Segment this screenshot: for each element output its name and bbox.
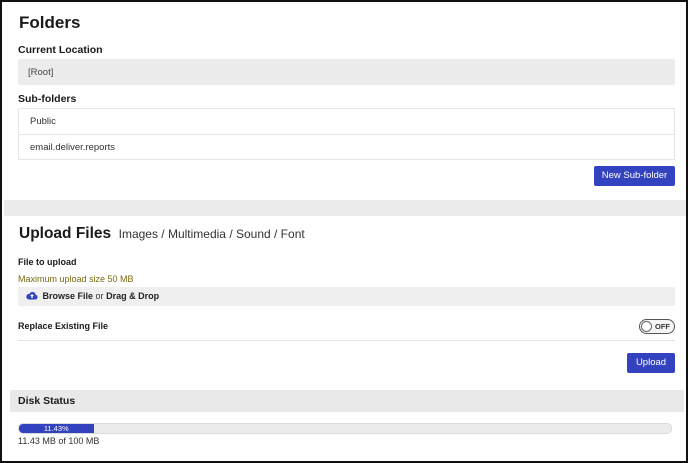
current-location-value: [Root] [18, 59, 675, 85]
upload-divider [18, 340, 675, 341]
current-location-label: Current Location [18, 44, 103, 56]
replace-existing-toggle[interactable]: OFF [639, 319, 675, 334]
file-dropzone[interactable]: Browse File or Drag & Drop [18, 287, 675, 306]
replace-existing-label: Replace Existing File [18, 321, 109, 331]
subfolder-list: Public email.deliver.reports [18, 108, 675, 160]
folders-panel: Folders Current Location [Root] Sub-fold… [4, 4, 686, 200]
upload-heading: Upload Files [19, 225, 112, 242]
browse-file-link[interactable]: Browse File [43, 291, 94, 301]
folders-title: Folders [19, 13, 81, 32]
file-to-upload-label: File to upload [18, 257, 77, 267]
subfolder-item-public[interactable]: Public [19, 109, 674, 134]
toggle-knob [641, 321, 652, 332]
max-upload-size-hint: Maximum upload size 50 MB [18, 274, 134, 284]
cloud-upload-icon [26, 291, 38, 300]
upload-file-types: Images / Multimedia / Sound / Font [118, 227, 305, 241]
disk-usage-fill: 11.43% [19, 424, 94, 433]
upload-title: Upload Files Images / Multimedia / Sound… [19, 225, 305, 243]
upload-panel: Upload Files Images / Multimedia / Sound… [4, 216, 686, 388]
disk-usage-bar: 11.43% [18, 423, 672, 434]
disk-usage-text: 11.43 MB of 100 MB [18, 436, 100, 446]
disk-status-title: Disk Status [10, 390, 684, 412]
or-text: or [95, 291, 104, 301]
new-subfolder-button[interactable]: New Sub-folder [594, 166, 675, 186]
disk-status-panel: Disk Status 11.43% 11.43 MB of 100 MB [10, 390, 684, 458]
drag-drop-text: Drag & Drop [106, 291, 160, 301]
section-divider [4, 200, 686, 216]
upload-button[interactable]: Upload [627, 353, 675, 373]
app-window: Folders Current Location [Root] Sub-fold… [0, 0, 688, 463]
subfolder-item-email-deliver-reports[interactable]: email.deliver.reports [19, 134, 674, 159]
toggle-state-label: OFF [655, 322, 670, 331]
subfolders-label: Sub-folders [18, 93, 77, 105]
